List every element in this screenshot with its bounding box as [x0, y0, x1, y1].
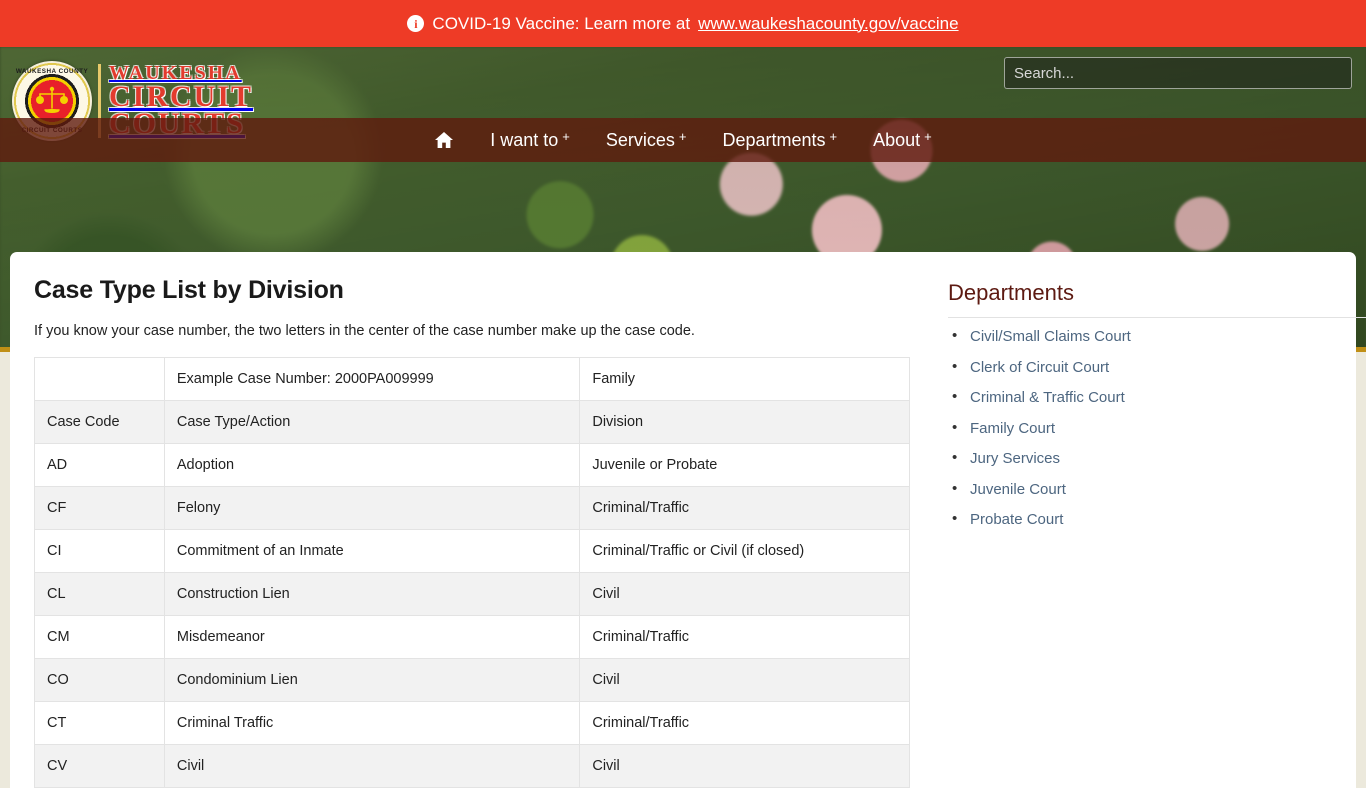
table-cell-code: CT: [34, 701, 165, 745]
banner-content: i COVID-19 Vaccine: Learn more at www.wa…: [407, 13, 959, 34]
table-cell-division: Criminal/Traffic or Civil (if closed): [579, 529, 910, 573]
table-cell-type: Civil: [163, 744, 581, 788]
departments-sidebar: Departments Civil/Small Claims Court Cler…: [914, 276, 1366, 788]
nav-label: About: [873, 130, 921, 150]
vaccine-link[interactable]: www.waukeshacounty.gov/vaccine: [698, 14, 959, 34]
table-cell-type: Misdemeanor: [163, 615, 581, 659]
table-row: CV Civil Civil: [34, 744, 910, 788]
nav-item-departments[interactable]: Departments +: [722, 129, 838, 150]
table-cell-code: CF: [34, 486, 165, 530]
table-cell-code: Case Code: [34, 400, 165, 444]
nav-item-about[interactable]: About +: [873, 129, 932, 150]
nav-label: Services: [605, 130, 675, 150]
department-link[interactable]: Clerk of Circuit Court: [970, 359, 1109, 376]
table-cell-division: Civil: [579, 572, 910, 616]
covid-alert-banner: i COVID-19 Vaccine: Learn more at www.wa…: [0, 0, 1366, 47]
nav-expander-icon: +: [678, 129, 687, 144]
table-cell-type: Felony: [163, 486, 581, 530]
table-row: Example Case Number: 2000PA009999 Family: [34, 357, 910, 401]
table-cell-division: Civil: [579, 658, 910, 702]
table-row: CF Felony Criminal/Traffic: [34, 486, 910, 530]
scales-of-justice-icon: [36, 86, 68, 113]
table-cell-code: [34, 357, 165, 401]
table-row: CI Commitment of an Inmate Criminal/Traffi…: [34, 529, 910, 573]
table-cell-code: CI: [34, 529, 165, 573]
search-input[interactable]: [1004, 57, 1352, 89]
table-row: Case Code Case Type/Action Division: [34, 400, 910, 444]
list-item: Probate Court: [948, 510, 1366, 529]
table-cell-type: Example Case Number: 2000PA009999: [163, 357, 581, 401]
table-cell-division: Criminal/Traffic: [579, 486, 910, 530]
table-cell-type: Adoption: [163, 443, 581, 487]
table-row: CT Criminal Traffic Criminal/Traffic: [34, 701, 910, 745]
department-link[interactable]: Jury Services: [970, 450, 1060, 467]
nav-expander-icon: +: [924, 129, 932, 144]
department-link-list: Civil/Small Claims Court Clerk of Circuit…: [948, 327, 1366, 529]
department-link[interactable]: Family Court: [970, 420, 1055, 437]
nav-expander-icon: +: [829, 129, 838, 144]
nav-label: I want to: [490, 130, 559, 150]
table-cell-division: Criminal/Traffic: [579, 615, 910, 659]
table-cell-division: Family: [579, 357, 910, 401]
table-cell-code: CO: [34, 658, 165, 702]
intro-paragraph: If you know your case number, the two le…: [34, 323, 695, 339]
table-cell-code: CV: [34, 744, 165, 788]
list-item: Juvenile Court: [948, 480, 1366, 499]
home-icon: [434, 131, 454, 149]
table-row: CM Misdemeanor Criminal/Traffic: [34, 615, 910, 659]
list-item: Civil/Small Claims Court: [948, 327, 1366, 346]
nav-home-link[interactable]: [434, 131, 454, 149]
list-item: Jury Services: [948, 449, 1366, 468]
nav-item-i-want-to[interactable]: I want to +: [490, 129, 570, 150]
table-cell-type: Construction Lien: [163, 572, 581, 616]
table-cell-division: Division: [579, 400, 910, 444]
department-link[interactable]: Criminal & Traffic Court: [970, 389, 1125, 406]
table-cell-division: Juvenile or Probate: [579, 443, 910, 487]
list-item: Family Court: [948, 419, 1366, 438]
table-cell-division: Civil: [579, 744, 910, 788]
case-table-body: Example Case Number: 2000PA009999 Family C…: [34, 357, 910, 788]
table-cell-type: Case Type/Action: [163, 400, 581, 444]
page-content-card: Case Type List by Division If you know y…: [10, 252, 1366, 788]
department-link[interactable]: Juvenile Court: [970, 481, 1066, 498]
table-cell-type: Criminal Traffic: [163, 701, 581, 745]
nav-label: Departments: [722, 130, 826, 150]
table-cell-type: Commitment of an Inmate: [163, 529, 581, 573]
case-type-table: Example Case Number: 2000PA009999 Family C…: [34, 357, 910, 788]
wordmark-line-circuit: CIRCUIT: [109, 79, 254, 113]
main-navigation: I want to + Services + Departments + Abo…: [0, 118, 1366, 162]
page-title: Case Type List by Division: [34, 276, 344, 304]
table-cell-code: AD: [34, 443, 165, 487]
list-item: Criminal & Traffic Court: [948, 388, 1366, 407]
table-cell-division: Criminal/Traffic: [579, 701, 910, 745]
banner-text: COVID-19 Vaccine: Learn more at: [432, 13, 691, 33]
main-content-column: Case Type List by Division If you know y…: [34, 276, 914, 788]
table-row: CO Condominium Lien Civil: [34, 658, 910, 702]
sidebar-divider: [948, 317, 1366, 318]
info-circle-icon: i: [407, 15, 425, 32]
table-cell-type: Condominium Lien: [163, 658, 581, 702]
list-item: Clerk of Circuit Court: [948, 358, 1366, 377]
department-link[interactable]: Civil/Small Claims Court: [970, 328, 1131, 345]
department-link[interactable]: Probate Court: [970, 511, 1063, 528]
nav-item-services[interactable]: Services +: [605, 129, 687, 150]
sidebar-title: Departments: [948, 280, 1074, 305]
table-row: CL Construction Lien Civil: [34, 572, 910, 616]
table-cell-code: CL: [34, 572, 165, 616]
table-row: AD Adoption Juvenile or Probate: [34, 443, 910, 487]
nav-expander-icon: +: [562, 129, 570, 144]
seal-top-text: WAUKESHA COUNTY: [15, 68, 89, 75]
table-cell-code: CM: [34, 615, 165, 659]
